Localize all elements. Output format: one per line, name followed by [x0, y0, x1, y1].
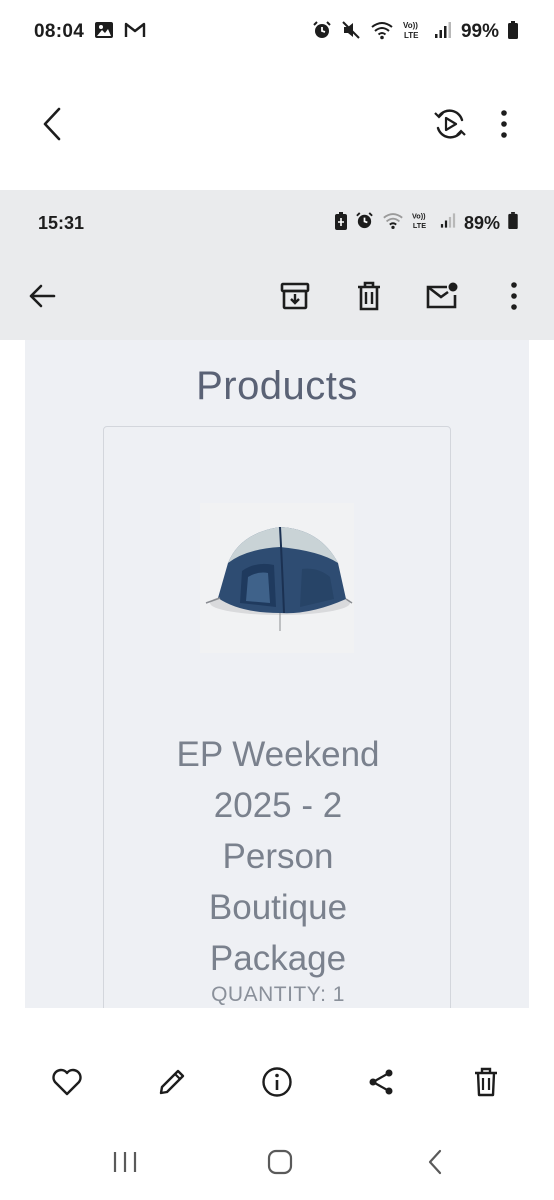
battery-saver-icon — [334, 211, 347, 235]
battery-icon — [508, 212, 518, 234]
email-content-panel: Products EP Weekend 2025 - 2 Person Bout… — [25, 340, 529, 1008]
back-arrow-icon[interactable] — [20, 274, 64, 318]
volte-icon: Vo)) LTE — [412, 211, 432, 235]
signal-icon — [434, 21, 452, 44]
share-icon[interactable] — [359, 1060, 403, 1104]
wifi-icon — [382, 211, 404, 235]
home-icon[interactable] — [250, 1142, 310, 1182]
product-name: EP Weekend 2025 - 2 Person Boutique Pack… — [104, 729, 452, 984]
product-card: EP Weekend 2025 - 2 Person Boutique Pack… — [103, 426, 451, 1008]
product-quantity: QUANTITY: 1 — [211, 983, 345, 1006]
product-name-line: Boutique — [208, 888, 348, 927]
alarm-icon — [355, 211, 374, 235]
svg-text:LTE: LTE — [404, 31, 419, 40]
archive-icon[interactable] — [273, 274, 317, 318]
more-vertical-icon[interactable] — [492, 274, 536, 318]
more-vertical-icon[interactable] — [488, 102, 520, 146]
svg-text:Vo)): Vo)) — [412, 212, 426, 221]
mark-unread-icon[interactable] — [420, 274, 464, 318]
recent-apps-icon[interactable] — [95, 1142, 155, 1182]
screenshot-image: 15:31 Vo)) LTE 89% Products EP Weekend 2… — [0, 190, 554, 1008]
battery-percent: 99% — [460, 21, 499, 42]
viewer-toolbar — [0, 64, 554, 190]
viewer-action-bar — [0, 1008, 554, 1126]
status-time: 08:04 — [34, 21, 85, 42]
back-icon[interactable] — [405, 1142, 465, 1182]
tent-image — [200, 503, 354, 653]
back-arrow-icon[interactable] — [32, 102, 72, 146]
status-bar: 08:04 Vo)) LTE 99% — [0, 0, 554, 64]
product-name-line: EP Weekend — [176, 735, 380, 774]
email-toolbar — [0, 256, 554, 340]
gallery-icon — [94, 21, 114, 44]
rotate-play-icon[interactable] — [428, 102, 472, 146]
trash-icon[interactable] — [464, 1060, 508, 1104]
email-body: Products EP Weekend 2025 - 2 Person Bout… — [0, 340, 554, 1008]
products-heading: Products — [196, 364, 358, 408]
svg-text:Vo)): Vo)) — [403, 21, 418, 30]
heart-icon[interactable] — [45, 1060, 89, 1104]
inner-status-time: 15:31 — [38, 212, 85, 233]
product-name-line: Package — [209, 939, 347, 978]
product-name-line: 2025 - 2 — [213, 786, 343, 825]
volte-icon: Vo)) LTE — [403, 20, 425, 45]
system-nav-bar — [0, 1126, 554, 1200]
svg-text:LTE: LTE — [413, 221, 426, 230]
mute-icon — [341, 20, 361, 45]
alarm-icon — [312, 20, 332, 45]
gmail-icon — [124, 22, 146, 43]
wifi-icon — [370, 20, 394, 45]
battery-icon — [508, 20, 518, 44]
inner-battery-percent: 89% — [463, 212, 500, 233]
edit-icon[interactable] — [150, 1060, 194, 1104]
gallery-viewer: 08:04 Vo)) LTE 99% 15:31 Vo)) LTE 89% Pr… — [0, 0, 554, 1200]
info-icon[interactable] — [255, 1060, 299, 1104]
product-name-line: Person — [222, 837, 334, 876]
inner-status-bar: 15:31 Vo)) LTE 89% — [0, 190, 554, 256]
signal-icon — [440, 212, 456, 234]
delete-icon[interactable] — [347, 274, 391, 318]
